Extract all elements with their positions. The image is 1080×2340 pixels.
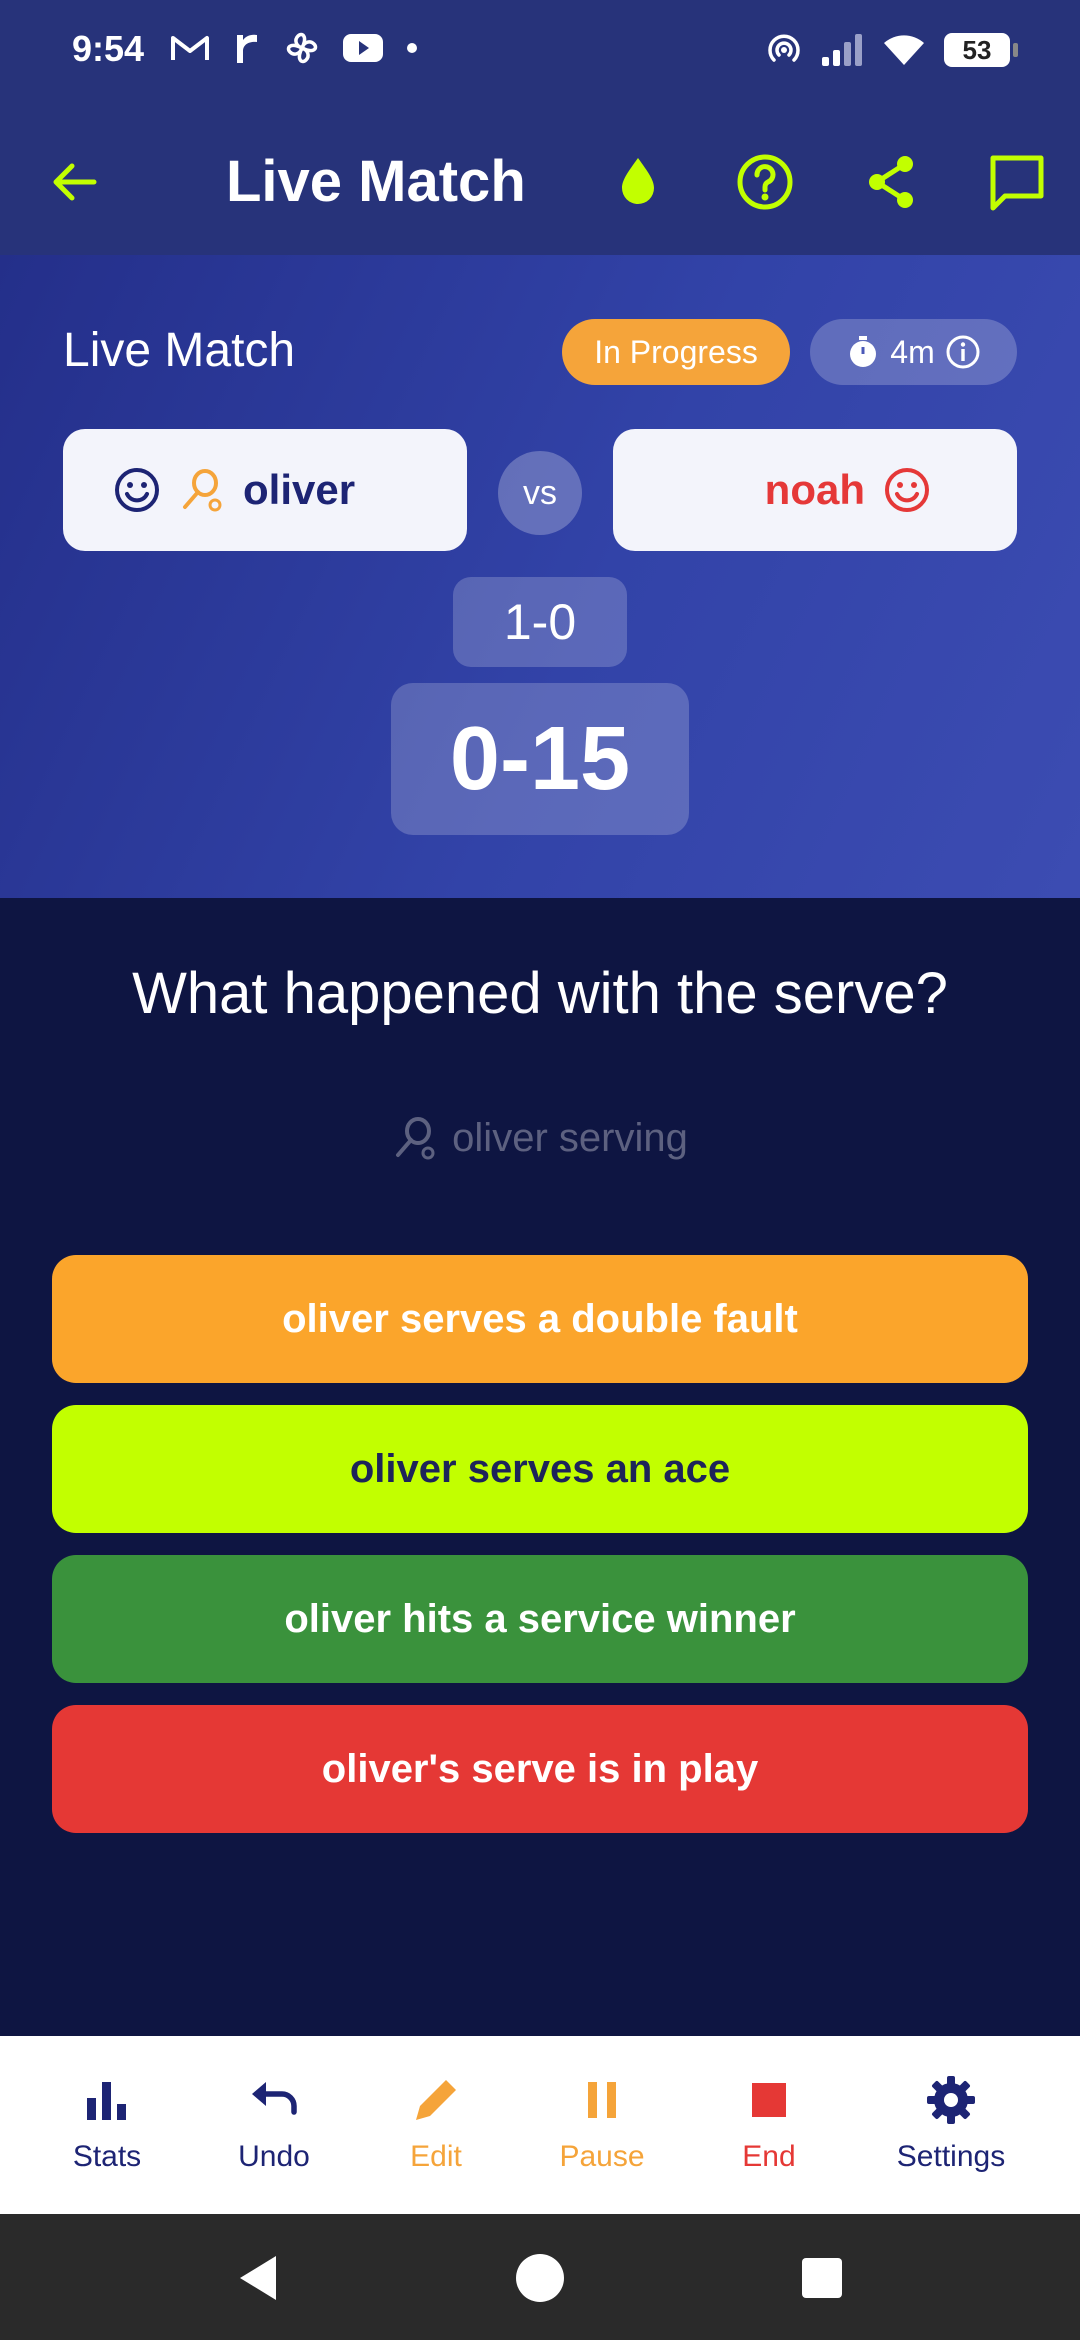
page-title: Live Match bbox=[226, 149, 526, 214]
bottom-nav: Stats Undo Edit Pause End Settings bbox=[0, 2036, 1080, 2214]
battery-level: 53 bbox=[962, 34, 992, 65]
player-card-right[interactable]: noah bbox=[613, 429, 1017, 551]
status-badge: In Progress bbox=[562, 319, 790, 385]
youtube-icon bbox=[343, 34, 383, 62]
info-icon bbox=[946, 335, 980, 369]
sets-score-value: 1-0 bbox=[503, 594, 577, 650]
nav-settings[interactable]: Settings bbox=[866, 2036, 1036, 2214]
r-app-icon bbox=[237, 34, 257, 63]
pencil-icon bbox=[416, 2076, 460, 2120]
match-label: Live Match bbox=[63, 324, 296, 377]
vs-label: vs bbox=[498, 451, 582, 535]
nav-pause[interactable]: Pause bbox=[517, 2036, 687, 2214]
game-score-value: 0-15 bbox=[449, 708, 631, 809]
signal-icon bbox=[822, 34, 862, 66]
nav-stats-label: Stats bbox=[72, 2140, 142, 2173]
gear-icon bbox=[927, 2076, 975, 2124]
nav-end[interactable]: End bbox=[684, 2036, 854, 2214]
status-bar: 9:54 53 bbox=[0, 0, 1080, 110]
system-recents-icon[interactable] bbox=[794, 2250, 850, 2306]
bar-chart-icon bbox=[87, 2082, 126, 2120]
battery-icon: 53 bbox=[944, 33, 1018, 67]
system-back-icon[interactable] bbox=[232, 2250, 288, 2306]
double-fault-button[interactable]: oliver serves a double fault bbox=[52, 1255, 1028, 1383]
nav-stats[interactable]: Stats bbox=[22, 2036, 192, 2214]
stop-icon bbox=[752, 2083, 786, 2117]
app-bar: Live Match bbox=[0, 110, 1080, 255]
serve-in-play-button[interactable]: oliver's serve is in play bbox=[52, 1705, 1028, 1833]
wifi-icon bbox=[884, 35, 924, 65]
match-header: Live Match In Progress 4m oliver vs noah… bbox=[0, 255, 1080, 898]
notification-icons bbox=[170, 30, 418, 66]
system-nav-bar bbox=[0, 2214, 1080, 2340]
ace-button[interactable]: oliver serves an ace bbox=[52, 1405, 1028, 1533]
serving-text: oliver serving bbox=[452, 1115, 688, 1160]
pinwheel-icon bbox=[286, 32, 318, 64]
racket-icon bbox=[396, 1117, 435, 1160]
nav-undo[interactable]: Undo bbox=[189, 2036, 359, 2214]
serving-indicator: oliver serving bbox=[0, 1115, 1080, 1161]
player-name-left: oliver bbox=[243, 466, 356, 513]
pause-icon bbox=[588, 2082, 616, 2118]
stopwatch-icon bbox=[850, 336, 877, 367]
nav-settings-label: Settings bbox=[896, 2140, 1006, 2173]
undo-icon bbox=[252, 2082, 297, 2115]
help-icon[interactable] bbox=[733, 150, 797, 214]
back-arrow-icon[interactable] bbox=[42, 150, 106, 214]
smiley-icon bbox=[115, 468, 159, 512]
nav-edit-label: Edit bbox=[410, 2140, 462, 2173]
player-card-left[interactable]: oliver bbox=[63, 429, 467, 551]
nav-end-label: End bbox=[742, 2140, 796, 2173]
smiley-icon bbox=[885, 468, 929, 512]
status-badge-label: In Progress bbox=[594, 333, 758, 370]
hotspot-icon bbox=[768, 34, 800, 62]
player-name-right: noah bbox=[764, 466, 865, 513]
timer-badge[interactable]: 4m bbox=[810, 319, 1017, 385]
system-home-icon[interactable] bbox=[512, 2250, 568, 2306]
nav-edit[interactable]: Edit bbox=[351, 2036, 521, 2214]
racket-icon bbox=[183, 469, 222, 512]
game-score: 0-15 bbox=[391, 683, 689, 835]
nav-pause-label: Pause bbox=[559, 2140, 645, 2173]
service-winner-button[interactable]: oliver hits a service winner bbox=[52, 1555, 1028, 1683]
chat-icon[interactable] bbox=[985, 150, 1049, 214]
status-time: 9:54 bbox=[72, 28, 145, 69]
nav-undo-label: Undo bbox=[238, 2140, 310, 2173]
share-icon[interactable] bbox=[859, 150, 923, 214]
gmail-icon bbox=[171, 36, 209, 60]
drop-icon[interactable] bbox=[606, 150, 670, 214]
serve-question: What happened with the serve? bbox=[132, 961, 948, 1026]
sets-score: 1-0 bbox=[453, 577, 627, 667]
timer-value: 4m bbox=[890, 333, 935, 370]
system-status-icons: 53 bbox=[766, 32, 1018, 68]
dot-icon bbox=[407, 43, 417, 53]
vs-text: vs bbox=[523, 473, 557, 512]
